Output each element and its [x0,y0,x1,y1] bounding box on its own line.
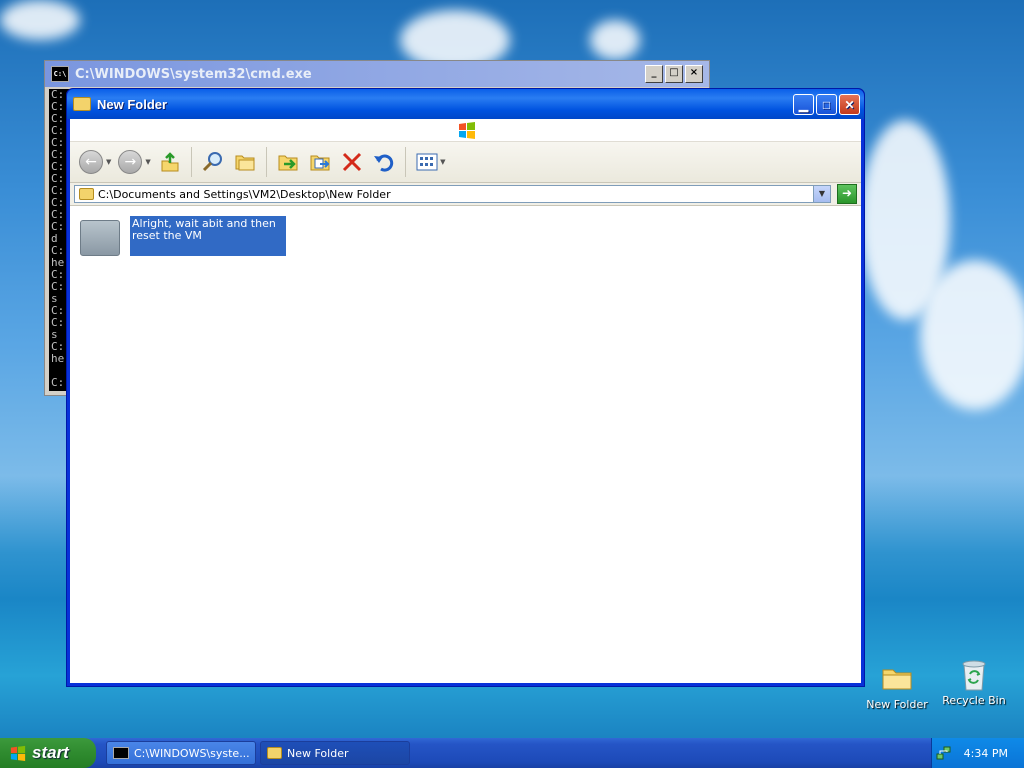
explorer-window[interactable]: New Folder ▁ □ ✕ ← ▼ → ▼ ▼ C:\Documents … [66,88,865,687]
forward-arrow-icon: → [118,150,143,174]
explorer-title-bar[interactable]: New Folder ▁ □ ✕ [67,89,864,119]
views-button[interactable]: ▼ [414,149,448,175]
address-bar: C:\Documents and Settings\VM2\Desktop\Ne… [70,183,861,206]
cmd-icon [113,747,129,759]
windows-logo-icon [459,122,475,139]
network-icon[interactable] [936,745,952,761]
delete-icon [342,152,361,172]
search-icon [202,152,222,172]
folder-icon [80,220,120,256]
forward-button[interactable]: → [117,149,143,175]
address-input[interactable]: C:\Documents and Settings\VM2\Desktop\Ne… [74,185,830,203]
file-item-label[interactable]: Alright, wait abit and then reset the VM [130,216,286,256]
desktop-icon-recycle-bin[interactable]: Recycle Bin [939,658,1009,707]
delete-button[interactable] [339,149,365,175]
cloud-decoration [590,20,640,60]
taskbar-item-label: New Folder [287,746,349,760]
menu-bar [70,119,861,142]
undo-icon [373,154,393,172]
maximize-button[interactable]: □ [816,93,837,115]
toolbar-separator [265,147,267,177]
file-list[interactable]: Alright, wait abit and then reset the VM [70,206,861,686]
toolbar-separator [404,147,406,177]
cmd-window-title: C:\WINDOWS\system32\cmd.exe [75,66,312,82]
minimize-button[interactable]: _ [645,65,663,83]
folders-icon [235,155,255,171]
taskbar-item-new-folder[interactable]: New Folder [260,741,410,765]
file-item[interactable]: Alright, wait abit and then reset the VM [80,216,286,256]
cmd-title-bar[interactable]: C:\ C:\WINDOWS\system32\cmd.exe _ □ × [45,61,709,87]
start-button[interactable]: start [0,738,96,768]
move-to-button[interactable] [275,149,301,175]
search-button[interactable] [200,149,226,175]
folder-icon [73,97,91,111]
views-icon [416,153,438,171]
desktop-icon-new-folder[interactable]: New Folder [862,662,932,711]
chevron-down-icon[interactable]: ▼ [145,158,150,166]
address-dropdown-button[interactable]: ▼ [813,185,831,203]
chevron-down-icon[interactable]: ▼ [106,158,111,166]
go-arrow-icon: ➜ [841,186,853,200]
move-to-icon [278,155,298,171]
cloud-decoration [0,0,80,40]
taskbar-item-cmd[interactable]: C:\WINDOWS\syste... [106,741,256,765]
desktop-icon-label: Recycle Bin [942,694,1006,707]
cmd-icon: C:\ [51,66,69,82]
taskbar-item-label: C:\WINDOWS\syste... [134,746,250,760]
back-button[interactable]: ← [78,149,104,175]
toolbar-separator [190,147,192,177]
recycle-bin-icon [958,658,990,691]
folder-icon [881,662,913,694]
go-button[interactable]: ➜ [837,184,857,204]
undo-button[interactable] [371,149,397,175]
address-text: C:\Documents and Settings\VM2\Desktop\Ne… [98,187,391,201]
maximize-button[interactable]: □ [665,65,683,83]
toolbar: ← ▼ → ▼ ▼ [70,142,861,183]
close-button[interactable]: × [685,65,703,83]
folders-button[interactable] [232,149,258,175]
back-arrow-icon: ← [79,150,103,174]
windows-logo-icon [10,745,26,761]
start-label: start [32,743,69,762]
folder-icon [267,747,282,759]
desktop-icon-label: New Folder [866,698,928,711]
folder-icon [79,188,94,200]
system-tray: 4:34 PM [931,738,1024,768]
cloud-decoration [920,260,1024,410]
up-folder-button[interactable] [157,149,183,175]
taskbar: start C:\WINDOWS\syste... New Folder 4:3… [0,738,1024,768]
up-arrow-folder-icon [161,152,179,172]
close-button[interactable]: ✕ [839,93,860,115]
copy-to-icon [310,155,330,171]
clock[interactable]: 4:34 PM [964,747,1008,760]
chevron-down-icon: ▼ [440,158,446,166]
explorer-window-title: New Folder [97,96,168,112]
minimize-button[interactable]: ▁ [793,93,814,115]
copy-to-button[interactable] [307,149,333,175]
